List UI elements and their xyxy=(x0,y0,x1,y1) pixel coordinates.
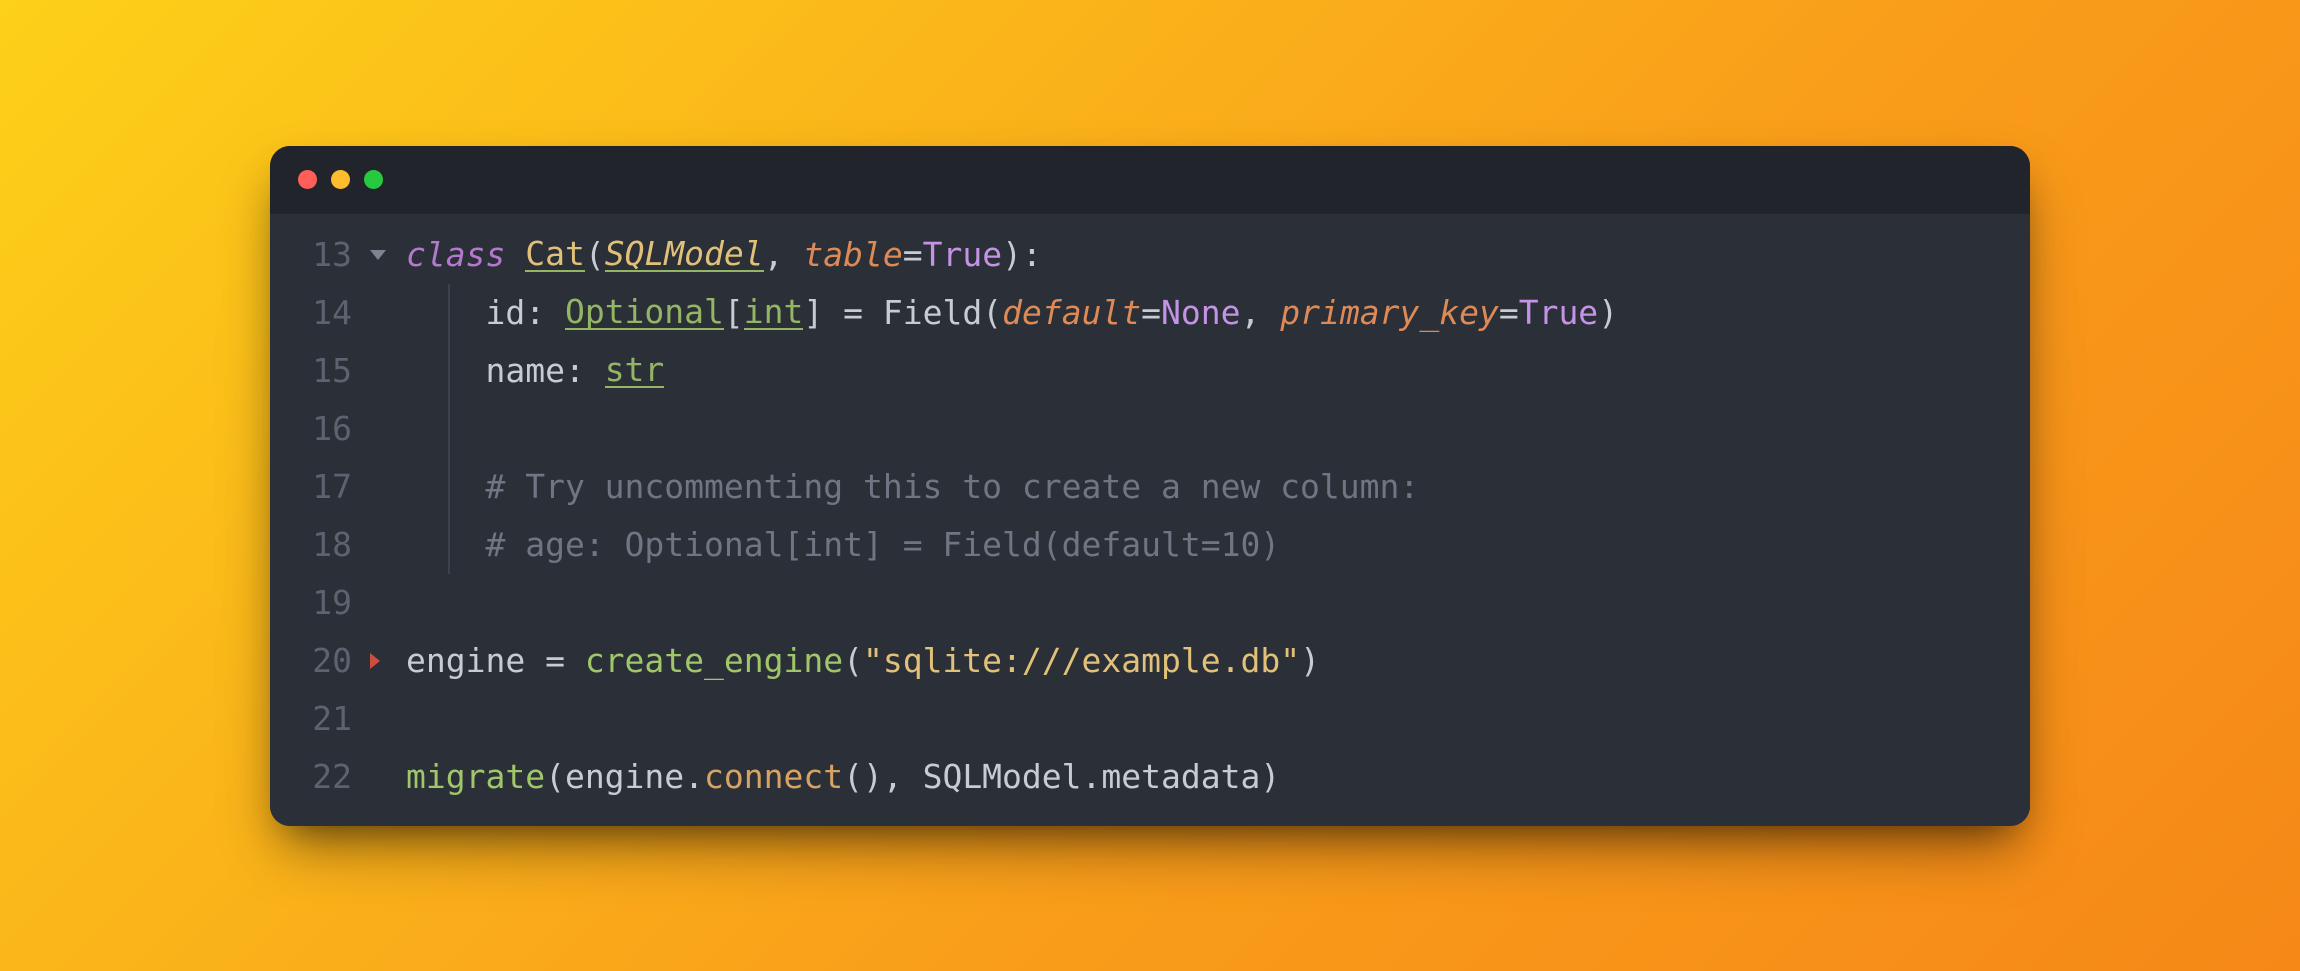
code-content[interactable] xyxy=(406,400,2030,458)
close-icon[interactable] xyxy=(298,170,317,189)
token-arg: table xyxy=(803,238,902,271)
token-call: create_engine xyxy=(585,644,843,677)
token-bool: True xyxy=(1519,296,1598,329)
gutter[interactable] xyxy=(364,516,406,574)
code-line[interactable]: 17 # Try uncommenting this to create a n… xyxy=(270,458,2030,516)
token-punc: = xyxy=(903,238,923,271)
token-type: int xyxy=(744,295,804,330)
line-number: 17 xyxy=(270,458,364,516)
token-none: None xyxy=(1161,296,1240,329)
gutter[interactable] xyxy=(364,748,406,806)
code-line[interactable]: 21 xyxy=(270,690,2030,748)
code-line[interactable]: 20 engine = create_engine("sqlite:///exam… xyxy=(270,632,2030,690)
token-cmt: # age: Optional[int] = Field(default=10) xyxy=(406,528,1280,561)
token-punc: ): xyxy=(1002,238,1042,271)
code-line[interactable]: 19 xyxy=(270,574,2030,632)
line-number: 19 xyxy=(270,574,364,632)
fold-open-icon[interactable] xyxy=(370,250,386,260)
token-field: (engine. xyxy=(545,760,704,793)
token-call: migrate xyxy=(406,760,545,793)
gutter[interactable] xyxy=(364,632,406,690)
gutter[interactable] xyxy=(364,226,406,284)
token-punc: = xyxy=(1141,296,1161,329)
minimize-icon[interactable] xyxy=(331,170,350,189)
token-punc: [ xyxy=(724,296,744,329)
token-punc: = xyxy=(1499,296,1519,329)
token-cmt: # Try uncommenting this to create a new … xyxy=(406,470,1419,503)
token-field: id: xyxy=(406,296,565,329)
token-field: (), SQLModel.metadata) xyxy=(843,760,1280,793)
code-content[interactable]: id: Optional[int] = Field(default=None, … xyxy=(406,284,2030,342)
line-number: 15 xyxy=(270,342,364,400)
token-punc: ( xyxy=(585,238,605,271)
token-arg: default xyxy=(1002,296,1141,329)
gutter[interactable] xyxy=(364,574,406,632)
code-line[interactable]: 14 id: Optional[int] = Field(default=Non… xyxy=(270,284,2030,342)
gutter[interactable] xyxy=(364,284,406,342)
token-cls: Cat xyxy=(525,237,585,272)
token-arg: primary_key xyxy=(1280,296,1499,329)
token-field: engine = xyxy=(406,644,585,677)
token-attr: connect xyxy=(704,760,843,793)
code-content[interactable]: engine = create_engine("sqlite:///exampl… xyxy=(406,632,2030,690)
code-content[interactable] xyxy=(406,574,2030,632)
code-editor[interactable]: 13class Cat(SQLModel, table=True):14 id:… xyxy=(270,214,2030,826)
token-punc: ] = xyxy=(803,296,882,329)
code-content[interactable] xyxy=(406,690,2030,748)
maximize-icon[interactable] xyxy=(364,170,383,189)
line-number: 13 xyxy=(270,226,364,284)
token-str: "sqlite:///example.db" xyxy=(863,644,1300,677)
code-line[interactable]: 15 name: str xyxy=(270,342,2030,400)
code-line[interactable]: 16 xyxy=(270,400,2030,458)
code-content[interactable]: class Cat(SQLModel, table=True): xyxy=(406,226,2030,284)
gutter[interactable] xyxy=(364,690,406,748)
code-content[interactable]: name: str xyxy=(406,342,2030,400)
line-number: 22 xyxy=(270,748,364,806)
line-number: 16 xyxy=(270,400,364,458)
line-number: 20 xyxy=(270,632,364,690)
token-field: name: xyxy=(406,354,605,387)
token-kw: class xyxy=(406,238,525,271)
token-punc: ) xyxy=(1598,296,1618,329)
gutter[interactable] xyxy=(364,342,406,400)
code-content[interactable]: # age: Optional[int] = Field(default=10) xyxy=(406,516,2030,574)
line-number: 18 xyxy=(270,516,364,574)
code-line[interactable]: 18 # age: Optional[int] = Field(default=… xyxy=(270,516,2030,574)
token-punc: ) xyxy=(1300,644,1320,677)
code-content[interactable]: migrate(engine.connect(), SQLModel.metad… xyxy=(406,748,2030,806)
token-field: Field xyxy=(883,296,982,329)
editor-window: 13class Cat(SQLModel, table=True):14 id:… xyxy=(270,146,2030,826)
line-number: 14 xyxy=(270,284,364,342)
fold-closed-icon[interactable] xyxy=(370,653,380,669)
token-punc: , xyxy=(764,238,804,271)
code-line[interactable]: 22 migrate(engine.connect(), SQLModel.met… xyxy=(270,748,2030,806)
gutter[interactable] xyxy=(364,458,406,516)
code-content[interactable]: # Try uncommenting this to create a new … xyxy=(406,458,2030,516)
token-punc: , xyxy=(1241,296,1281,329)
titlebar xyxy=(270,146,2030,214)
line-number: 21 xyxy=(270,690,364,748)
token-punc: ( xyxy=(843,644,863,677)
token-punc: ( xyxy=(982,296,1002,329)
token-type: str xyxy=(605,353,665,388)
token-type: Optional xyxy=(565,295,724,330)
code-line[interactable]: 13 class Cat(SQLModel, table=True): xyxy=(270,226,2030,284)
gutter[interactable] xyxy=(364,400,406,458)
token-base: SQLModel xyxy=(605,237,764,272)
token-bool: True xyxy=(923,238,1002,271)
